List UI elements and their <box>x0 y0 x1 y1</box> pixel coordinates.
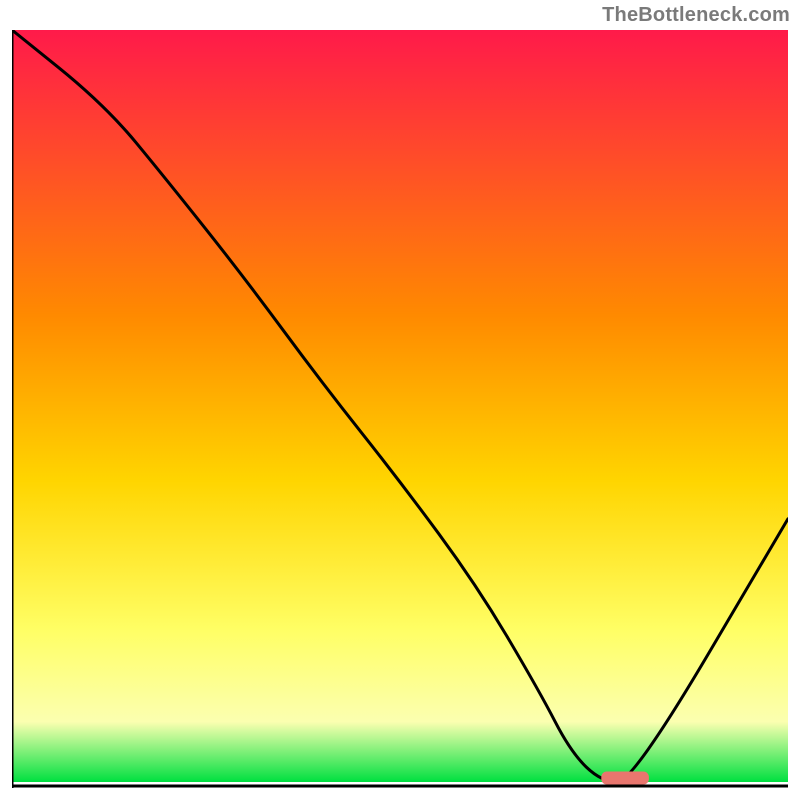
bottleneck-chart <box>12 30 788 788</box>
optimal-marker <box>602 772 649 784</box>
chart-container: TheBottleneck.com <box>0 0 800 800</box>
watermark-text: TheBottleneck.com <box>602 4 790 27</box>
plot-area <box>12 30 788 788</box>
gradient-background <box>12 30 788 782</box>
